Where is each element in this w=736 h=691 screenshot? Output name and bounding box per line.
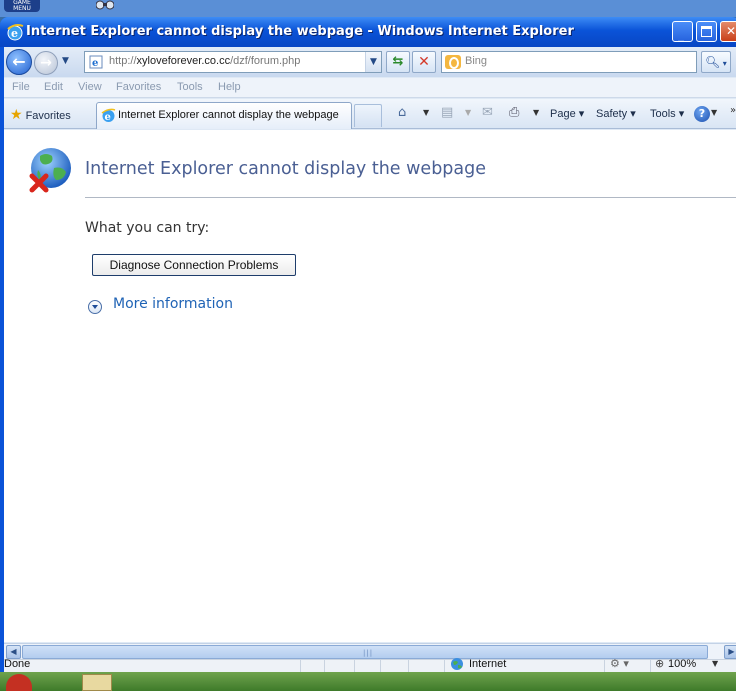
status-text: Done [4,658,31,670]
menu-bar: File Edit View Favorites Tools Help [4,78,736,98]
internet-zone-globe-icon [451,658,463,670]
print-dropdown[interactable]: ▼ [533,108,539,117]
search-button[interactable]: 🔍︎ ▾ [701,51,731,73]
menu-edit[interactable]: Edit [44,81,63,93]
svg-text:e: e [105,112,111,123]
page-menu-label: Page [550,108,576,120]
page-content: Internet Explorer cannot display the web… [4,130,736,642]
address-dropdown-button[interactable]: ▼ [365,52,381,72]
tab-ie-icon: e [101,108,116,123]
try-heading: What you can try: [85,220,210,236]
ie-window: e Internet Explorer cannot display the w… [0,17,736,684]
browser-client: ← → ▼ e http://xyloveforever.co.cc/dzf/f… [4,47,736,684]
favorites-star-icon: ★ [10,106,23,122]
game-menu-icon[interactable]: GAME MENU [4,0,40,12]
svg-text:e: e [92,58,98,69]
address-field[interactable]: e http://xyloveforever.co.cc/dzf/forum.p… [84,51,382,73]
tools-menu-label: Tools [650,108,676,120]
error-title: Internet Explorer cannot display the web… [85,159,487,179]
favorites-button[interactable]: ★ Favorites [6,103,75,125]
toolbar-overflow-chevron-icon[interactable]: » [730,105,736,116]
maximize-button[interactable] [696,21,717,42]
scroll-left-button[interactable]: ◀ [6,645,21,659]
stop-button[interactable]: ✕ [412,51,436,73]
binoculars-icon[interactable] [96,0,114,10]
new-tab-button[interactable] [354,104,382,127]
bing-icon [445,55,461,69]
command-bar: ★ Favorites e Internet Explorer cannot di… [4,99,736,129]
address-text: http://xyloveforever.co.cc/dzf/forum.php [109,55,300,67]
home-dropdown[interactable]: ▼ [423,108,429,117]
more-information-link[interactable]: More information [113,296,233,312]
scroll-grip-icon: ||| [363,649,374,657]
menu-view[interactable]: View [78,81,102,93]
zoom-dropdown[interactable]: ▼ [712,659,718,668]
screen: GAME MENU e Internet Explorer cannot dis… [0,0,736,691]
magnifier-icon: 🔍︎ [705,55,721,69]
desktop-top-strip: GAME MENU [0,0,736,17]
recent-pages-dropdown[interactable]: ▼ [62,56,69,66]
status-bar: Done Internet ⚙ ▾ ⊕ 100% ▼ [4,657,736,684]
menu-file[interactable]: File [12,81,30,93]
window-title: Internet Explorer cannot display the web… [26,24,574,39]
menu-help[interactable]: Help [218,81,241,93]
search-options-dropdown[interactable]: ▾ [720,59,727,68]
menu-favorites[interactable]: Favorites [116,81,161,93]
url-path: /dzf/forum.php [230,55,301,67]
minimize-button[interactable]: _ [672,21,693,42]
tab-active[interactable]: e Internet Explorer cannot display the w… [96,102,352,129]
page-menu-button[interactable]: Page ▾ [550,107,584,120]
help-icon[interactable]: ? [694,106,710,122]
zoom-level[interactable]: 100% [668,658,696,670]
scroll-right-button[interactable]: ▶ [724,645,736,659]
print-icon[interactable]: ⎙ [509,105,519,120]
protected-mode-icon[interactable]: ⚙ ▾ [610,657,629,670]
forward-button[interactable]: → [34,51,58,75]
diagnose-connection-button[interactable]: Diagnose Connection Problems [92,254,296,276]
feeds-icon[interactable]: ▤ [441,105,453,120]
url-prefix: http:// [109,55,137,67]
safety-menu-label: Safety [596,108,628,120]
help-dropdown[interactable]: ▼ [711,108,717,117]
tools-menu-button[interactable]: Tools ▾ [650,107,684,120]
url-host: xyloveforever.co.cc [136,55,231,67]
scroll-thumb[interactable]: ||| [22,645,708,659]
refresh-button[interactable]: ⇆ [386,51,410,73]
close-button[interactable]: ✕ [720,21,736,42]
search-field[interactable]: Bing [441,51,697,73]
page-icon: e [89,55,103,69]
desktop-notepad-icon[interactable] [82,674,112,691]
ie-logo-icon: e [7,24,24,41]
title-divider [85,197,736,198]
globe-error-icon [29,148,71,193]
address-toolbar: ← → ▼ e http://xyloveforever.co.cc/dzf/f… [4,47,736,77]
home-icon[interactable]: ⌂ [398,105,406,120]
svg-text:e: e [11,27,18,40]
back-button[interactable]: ← [6,49,32,75]
search-placeholder: Bing [465,55,488,67]
title-bar[interactable]: e Internet Explorer cannot display the w… [0,17,736,47]
favorites-label: Favorites [25,110,71,122]
zoom-magnifier-icon[interactable]: ⊕ [655,657,664,670]
expand-chevron-icon[interactable] [88,300,102,314]
menu-tools[interactable]: Tools [177,81,203,93]
tab-title: Internet Explorer cannot display the web… [118,109,339,121]
read-mail-icon[interactable]: ✉ [482,105,493,120]
safety-menu-button[interactable]: Safety ▾ [596,107,636,120]
security-zone-label[interactable]: Internet [469,658,506,670]
feeds-dropdown[interactable]: ▼ [465,108,471,117]
